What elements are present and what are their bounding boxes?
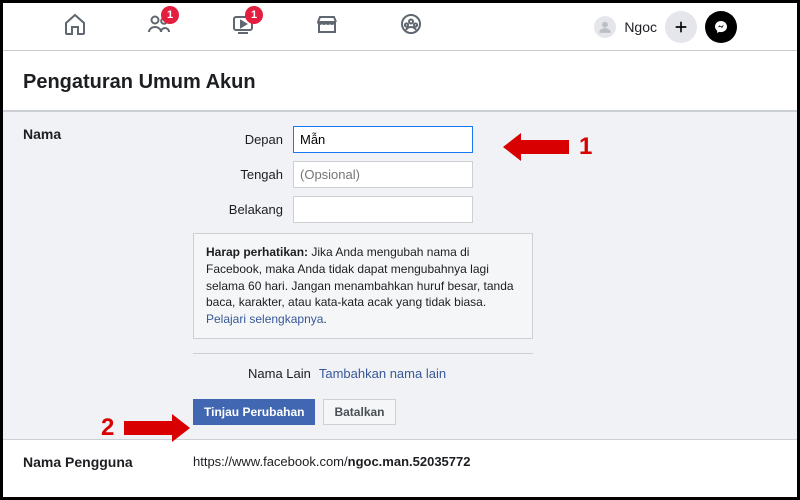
- middle-name-line: Tengah: [193, 161, 777, 188]
- name-row: Nama Depan Tengah Belakang Harap perhati…: [3, 112, 797, 440]
- top-navigation: 1 1 Ngoc: [3, 3, 797, 51]
- username-value: https://www.facebook.com/ngoc.man.520357…: [193, 454, 777, 470]
- first-name-input[interactable]: [293, 126, 473, 153]
- plus-icon: [673, 19, 689, 35]
- avatar[interactable]: [594, 16, 616, 38]
- last-name-label: Belakang: [193, 202, 293, 217]
- settings-container: Nama Depan Tengah Belakang Harap perhati…: [3, 111, 797, 484]
- last-name-line: Belakang: [193, 196, 777, 223]
- last-name-input[interactable]: [293, 196, 473, 223]
- cancel-button[interactable]: Batalkan: [323, 399, 395, 425]
- username-row: Nama Pengguna https://www.facebook.com/n…: [3, 440, 797, 484]
- friends-badge: 1: [161, 6, 179, 24]
- name-change-notice: Harap perhatikan: Jika Anda mengubah nam…: [193, 233, 533, 339]
- notice-strong: Harap perhatikan:: [206, 245, 308, 259]
- review-changes-button[interactable]: Tinjau Perubahan: [193, 399, 315, 425]
- other-names-line: Nama Lain Tambahkan nama lain: [193, 366, 777, 381]
- name-form-buttons: Tinjau Perubahan Batalkan: [193, 399, 777, 425]
- messenger-icon: [713, 19, 729, 35]
- user-name-label[interactable]: Ngoc: [624, 19, 657, 35]
- name-row-body: Depan Tengah Belakang Harap perhatikan: …: [193, 126, 777, 425]
- page-title: Pengaturan Umum Akun: [3, 51, 797, 111]
- divider: [193, 353, 533, 354]
- other-names-label: Nama Lain: [248, 366, 311, 381]
- nav-right: Ngoc: [594, 11, 737, 43]
- create-button[interactable]: [665, 11, 697, 43]
- add-other-name-link[interactable]: Tambahkan nama lain: [319, 366, 446, 381]
- learn-more-link[interactable]: Pelajari selengkapnya: [206, 312, 323, 326]
- username-url-bold: ngoc.man.52035772: [348, 454, 471, 469]
- username-url-prefix: https://www.facebook.com/: [193, 454, 348, 469]
- friends-icon[interactable]: 1: [147, 12, 171, 41]
- username-row-label: Nama Pengguna: [23, 454, 193, 470]
- watch-icon[interactable]: 1: [231, 12, 255, 41]
- marketplace-icon[interactable]: [315, 12, 339, 41]
- groups-icon[interactable]: [399, 12, 423, 41]
- first-name-line: Depan: [193, 126, 777, 153]
- middle-name-input[interactable]: [293, 161, 473, 188]
- first-name-label: Depan: [193, 132, 293, 147]
- messenger-button[interactable]: [705, 11, 737, 43]
- home-icon[interactable]: [63, 12, 87, 41]
- nav-center-icons: 1 1: [63, 12, 594, 41]
- watch-badge: 1: [245, 6, 263, 24]
- name-row-label: Nama: [23, 126, 193, 425]
- middle-name-label: Tengah: [193, 167, 293, 182]
